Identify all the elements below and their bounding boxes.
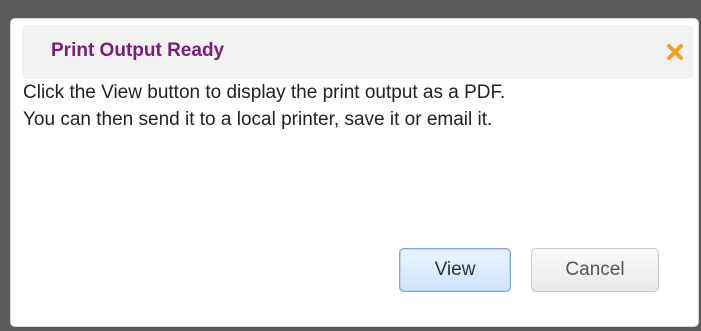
message-line: You can then send it to a local printer,… xyxy=(23,109,493,130)
message-line: Click the View button to display the pri… xyxy=(23,82,506,103)
dialog-titlebar: Print Output Ready xyxy=(22,25,693,79)
dialog-message: Click the View button to display the pri… xyxy=(23,79,695,133)
print-output-dialog: Print Output Ready Click the View button… xyxy=(10,18,699,327)
view-button[interactable]: View xyxy=(399,248,511,292)
close-icon[interactable] xyxy=(665,42,685,62)
dialog-title: Print Output Ready xyxy=(51,40,225,61)
cancel-button[interactable]: Cancel xyxy=(531,248,659,292)
